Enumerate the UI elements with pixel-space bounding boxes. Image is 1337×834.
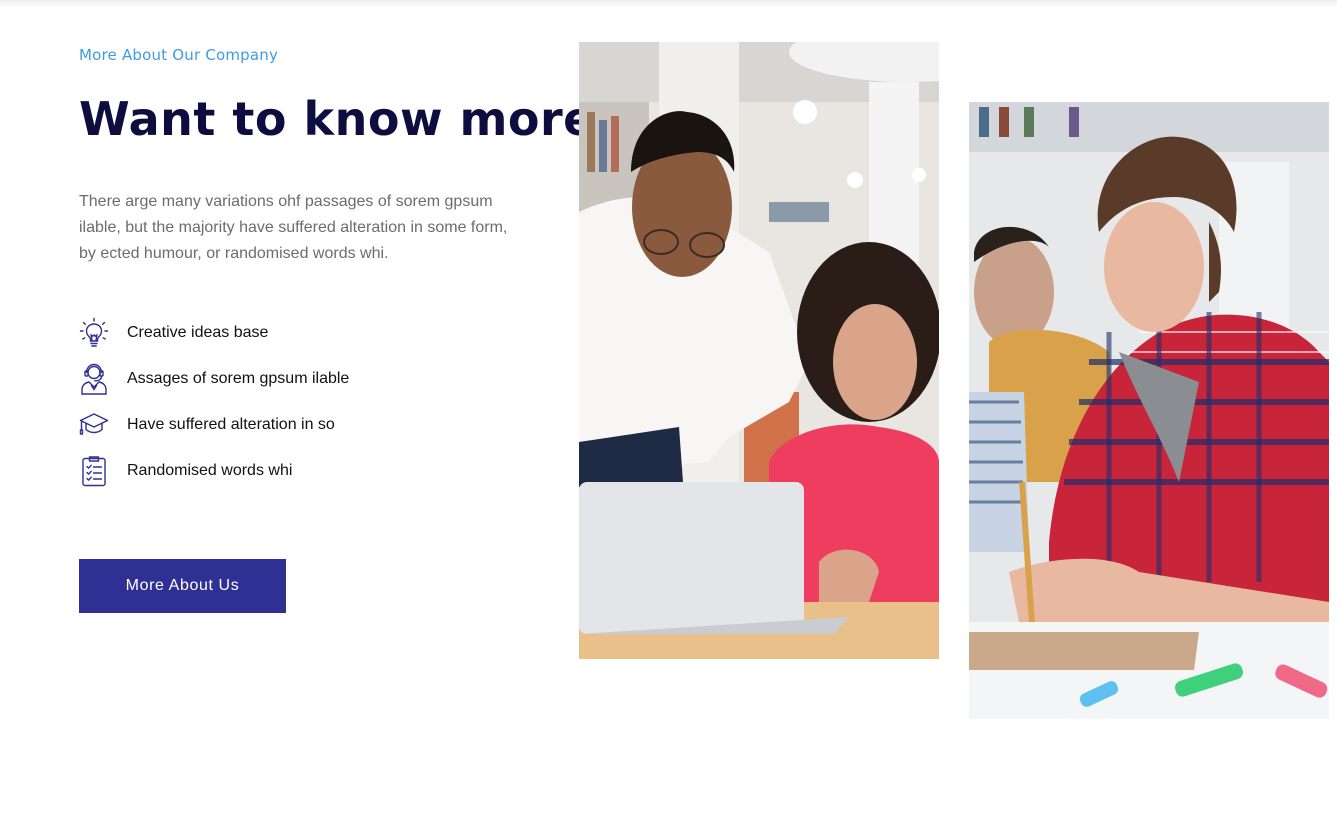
feature-item: Have suffered alteration in so (79, 402, 349, 448)
feature-item: Assages of sorem gpsum ilable (79, 356, 349, 402)
feature-label: Creative ideas base (127, 324, 269, 341)
clipboard-checklist-icon (79, 453, 111, 489)
feature-list: Creative ideas base Assages of sorem gps… (79, 310, 349, 494)
feature-item: Creative ideas base (79, 310, 349, 356)
support-agent-icon (79, 361, 111, 397)
team-photo-laptop (579, 42, 939, 659)
feature-label: Randomised words whi (127, 462, 293, 479)
more-about-us-button[interactable]: More About Us (79, 559, 286, 613)
feature-label: Have suffered alteration in so (127, 416, 335, 433)
section-eyebrow: More About Our Company (79, 46, 279, 64)
header-shadow (0, 0, 1337, 8)
student-photo-notebook (969, 102, 1329, 719)
lightbulb-icon (79, 315, 111, 351)
graduation-cap-icon (79, 407, 111, 443)
feature-item: Randomised words whi (79, 448, 349, 494)
section-description: There arge many variations ohf passages … (79, 193, 508, 262)
section-title: Want to know more (79, 92, 595, 146)
feature-label: Assages of sorem gpsum ilable (127, 370, 350, 387)
